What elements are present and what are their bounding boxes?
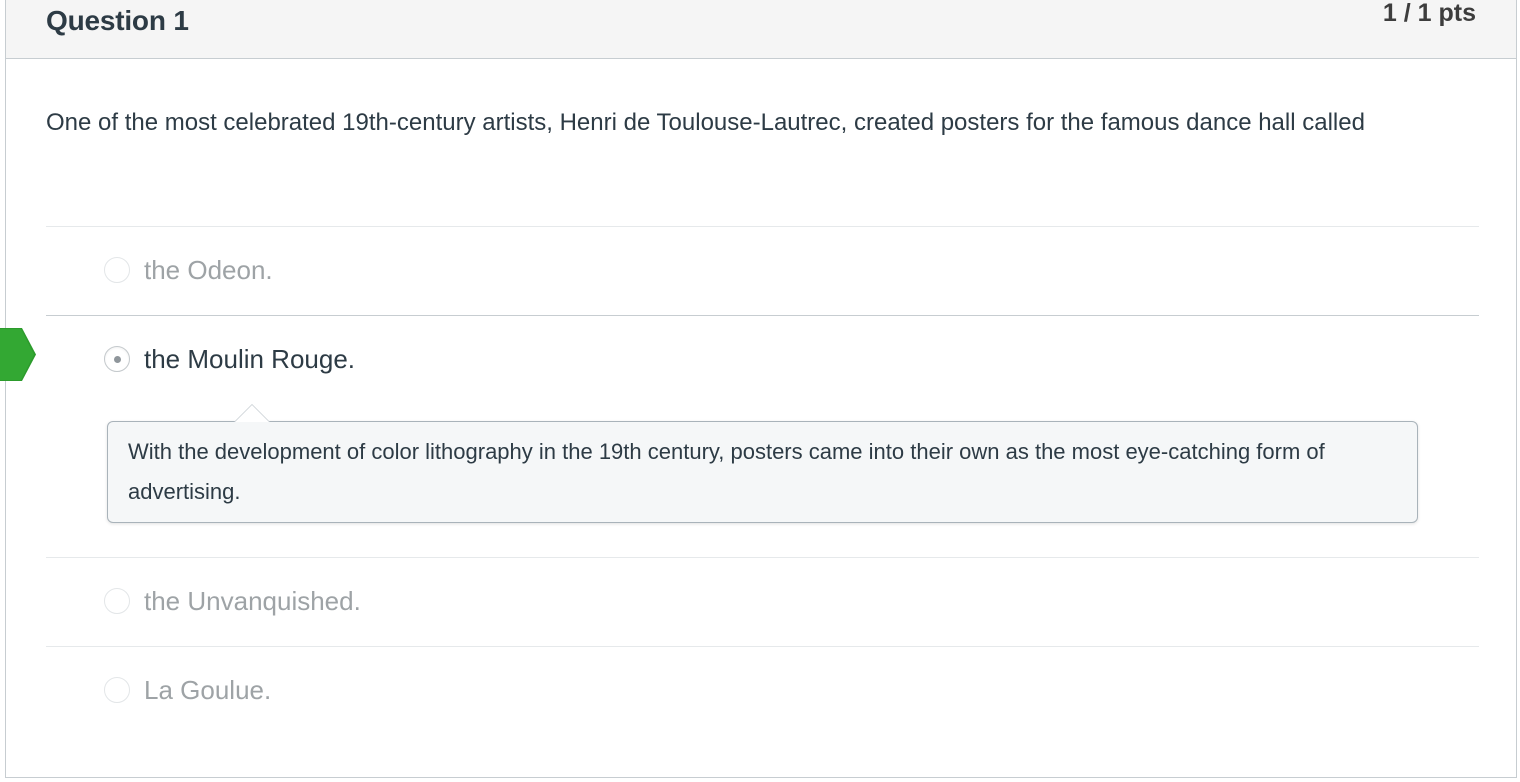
- answer-comment: With the development of color lithograph…: [107, 404, 1418, 523]
- question-text: One of the most celebrated 19th-century …: [46, 109, 1365, 136]
- answer-option[interactable]: the Unvanquished.: [46, 557, 1479, 646]
- answer-option-selected[interactable]: the Moulin Rouge. With the development o…: [46, 315, 1479, 557]
- question-card: Question 1 1 / 1 pts One of the most cel…: [5, 0, 1517, 778]
- question-points: 1 / 1 pts: [1382, 0, 1476, 27]
- answer-option[interactable]: the Odeon.: [46, 226, 1479, 315]
- answer-label: the Unvanquished.: [144, 586, 361, 616]
- answer-radio-checked[interactable]: [104, 346, 130, 372]
- answer-radio[interactable]: [104, 588, 130, 614]
- answer-label: the Moulin Rouge.: [144, 344, 356, 374]
- question-title: Question 1: [46, 5, 189, 36]
- answer-comment-text: With the development of color lithograph…: [128, 439, 1325, 504]
- answer-radio[interactable]: [104, 677, 130, 703]
- answer-label: the Odeon.: [144, 255, 273, 285]
- answer-radio[interactable]: [104, 257, 130, 283]
- answer-list: the Odeon. the Moulin Rouge. With the de…: [46, 226, 1479, 735]
- question-header: Question 1 1 / 1 pts: [6, 0, 1516, 59]
- answer-option[interactable]: La Goulue.: [46, 646, 1479, 735]
- comment-pointer-icon: [234, 404, 270, 422]
- correct-answer-arrow-icon: [0, 328, 36, 381]
- answer-label: La Goulue.: [144, 675, 272, 705]
